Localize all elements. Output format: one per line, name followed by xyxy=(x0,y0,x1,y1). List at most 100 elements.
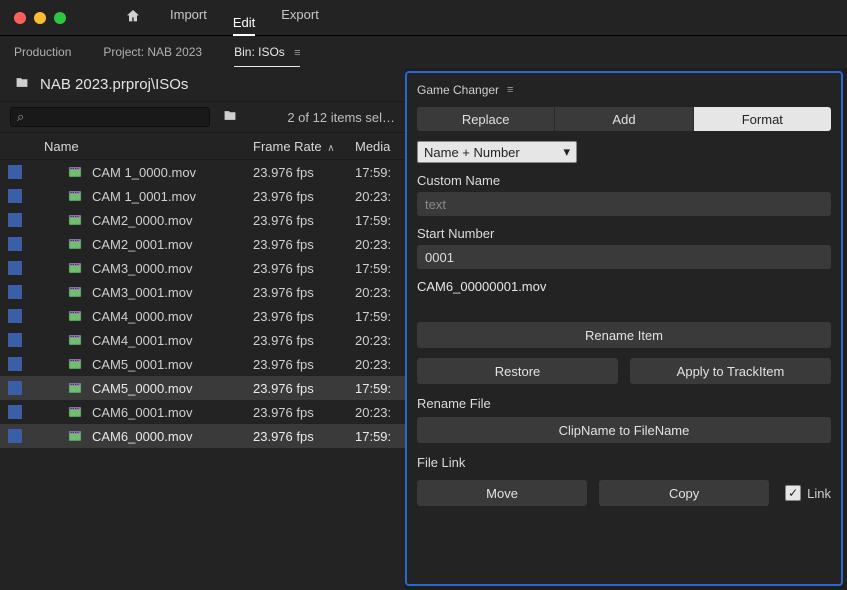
menu-edit[interactable]: Edit xyxy=(233,15,255,36)
breadcrumb: NAB 2023.prproj\ISOs xyxy=(0,68,405,102)
clip-icon xyxy=(66,309,84,323)
tab-project[interactable]: Project: NAB 2023 xyxy=(103,45,202,59)
panel-menu-icon[interactable]: ≡ xyxy=(507,84,512,96)
close-window-button[interactable] xyxy=(14,12,26,24)
cell-frame-rate: 23.976 fps xyxy=(253,165,355,180)
cell-media-start: 20:23: xyxy=(355,405,405,420)
clip-icon xyxy=(66,429,84,443)
column-frame-rate[interactable]: Frame Rate ∧ xyxy=(253,139,355,154)
format-mode-select[interactable]: Name + Number ▾ xyxy=(417,141,577,163)
mode-replace[interactable]: Replace xyxy=(417,107,554,131)
row-label-color[interactable] xyxy=(8,237,22,251)
rename-file-label: Rename File xyxy=(417,396,831,411)
clip-icon xyxy=(66,237,84,251)
table-row[interactable]: CAM2_0000.mov 23.976 fps17:59: xyxy=(0,208,405,232)
cell-frame-rate: 23.976 fps xyxy=(253,309,355,324)
sort-ascending-icon: ∧ xyxy=(327,143,334,154)
clip-name: CAM 1_0001.mov xyxy=(92,189,196,204)
clip-name: CAM6_0000.mov xyxy=(92,429,192,444)
row-label-color[interactable] xyxy=(8,165,22,179)
clip-icon xyxy=(66,189,84,203)
cell-media-start: 17:59: xyxy=(355,213,405,228)
table-row[interactable]: CAM6_0000.mov 23.976 fps17:59: xyxy=(0,424,405,448)
move-button[interactable]: Move xyxy=(417,480,587,506)
cell-media-start: 17:59: xyxy=(355,381,405,396)
clip-icon xyxy=(66,213,84,227)
restore-button[interactable]: Restore xyxy=(417,358,618,384)
mode-add[interactable]: Add xyxy=(554,107,692,131)
table-row[interactable]: CAM 1_0000.mov23.976 fps17:59: xyxy=(0,160,405,184)
panel-menu-icon[interactable]: ≡ xyxy=(294,47,299,59)
menu-export[interactable]: Export xyxy=(281,7,319,28)
mode-segmented: Replace Add Format xyxy=(417,107,831,131)
table-row[interactable]: CAM5_0001.mov23.976 fps20:23: xyxy=(0,352,405,376)
zoom-window-button[interactable] xyxy=(54,12,66,24)
mode-format[interactable]: Format xyxy=(693,107,831,131)
table-row[interactable]: CAM5_0000.mov23.976 fps17:59: xyxy=(0,376,405,400)
row-label-color[interactable] xyxy=(8,189,22,203)
cell-media-start: 17:59: xyxy=(355,165,405,180)
clip-icon xyxy=(66,333,84,347)
menu-import[interactable]: Import xyxy=(170,7,207,28)
table-row[interactable]: CAM3_0000.mov23.976 fps17:59: xyxy=(0,256,405,280)
clip-name: CAM3_0001.mov xyxy=(92,285,192,300)
cell-media-start: 20:23: xyxy=(355,357,405,372)
search-row: ⌕ 2 of 12 items sel… xyxy=(0,102,405,132)
new-bin-icon[interactable] xyxy=(222,109,238,125)
column-name[interactable]: Name xyxy=(40,139,253,154)
apply-trackitem-button[interactable]: Apply to TrackItem xyxy=(630,358,831,384)
cell-frame-rate: 23.976 fps xyxy=(253,405,355,420)
column-frame-rate-label: Frame Rate xyxy=(253,139,322,154)
tab-bin-label: Bin: ISOs xyxy=(234,45,285,59)
row-label-color[interactable] xyxy=(8,429,22,443)
cell-media-start: 17:59: xyxy=(355,261,405,276)
folder-icon xyxy=(14,76,30,93)
custom-name-input[interactable] xyxy=(417,192,831,216)
clip-name: CAM2_0000.mov xyxy=(92,213,192,228)
minimize-window-button[interactable] xyxy=(34,12,46,24)
clip-icon xyxy=(66,285,84,299)
cell-media-start: 20:23: xyxy=(355,189,405,204)
row-label-color[interactable] xyxy=(8,261,22,275)
copy-button[interactable]: Copy xyxy=(599,480,769,506)
row-label-color[interactable] xyxy=(8,213,22,227)
row-label-color[interactable] xyxy=(8,381,22,395)
cell-frame-rate: 23.976 fps xyxy=(253,237,355,252)
cell-frame-rate: 23.976 fps xyxy=(253,429,355,444)
table-row[interactable]: CAM4_0000.mov23.976 fps17:59: xyxy=(0,304,405,328)
row-label-color[interactable] xyxy=(8,309,22,323)
chevron-down-icon: ▾ xyxy=(563,144,570,160)
cell-frame-rate: 23.976 fps xyxy=(253,261,355,276)
clip-name: CAM4_0000.mov xyxy=(92,309,192,324)
home-icon[interactable] xyxy=(124,8,142,27)
cell-frame-rate: 23.976 fps xyxy=(253,213,355,228)
table-row[interactable]: CAM2_0001.mov23.976 fps20:23: xyxy=(0,232,405,256)
clipname-to-filename-button[interactable]: ClipName to FileName xyxy=(417,417,831,443)
table-row[interactable]: CAM3_0001.mov23.976 fps20:23: xyxy=(0,280,405,304)
row-label-color[interactable] xyxy=(8,357,22,371)
columns-header: Name Frame Rate ∧ Media xyxy=(0,132,405,160)
cell-media-start: 17:59: xyxy=(355,429,405,444)
clip-name: CAM2_0001.mov xyxy=(92,237,192,252)
panel-title: Game Changer ≡ xyxy=(417,79,831,101)
titlebar: Import Edit Export xyxy=(0,0,847,36)
tab-production[interactable]: Production xyxy=(14,45,71,59)
tab-bin[interactable]: Bin: ISOs ≡ xyxy=(234,45,299,59)
table-row[interactable]: CAM 1_0001.mov23.976 fps20:23: xyxy=(0,184,405,208)
link-checkbox[interactable]: ✓ xyxy=(785,485,801,501)
cell-frame-rate: 23.976 fps xyxy=(253,381,355,396)
workspace-tabs: Production Project: NAB 2023 Bin: ISOs ≡ xyxy=(0,36,847,68)
row-label-color[interactable] xyxy=(8,405,22,419)
format-mode-value: Name + Number xyxy=(424,145,520,160)
row-label-color[interactable] xyxy=(8,285,22,299)
table-row[interactable]: CAM4_0001.mov23.976 fps20:23: xyxy=(0,328,405,352)
start-number-input[interactable] xyxy=(417,245,831,269)
clip-icon xyxy=(66,357,84,371)
table-row[interactable]: CAM6_0001.mov23.976 fps20:23: xyxy=(0,400,405,424)
search-icon: ⌕ xyxy=(17,109,24,125)
row-label-color[interactable] xyxy=(8,333,22,347)
column-media[interactable]: Media xyxy=(355,139,405,154)
search-input[interactable]: ⌕ xyxy=(10,107,210,127)
rename-item-button[interactable]: Rename Item xyxy=(417,322,831,348)
clip-list: CAM 1_0000.mov23.976 fps17:59:CAM 1_0001… xyxy=(0,160,405,590)
